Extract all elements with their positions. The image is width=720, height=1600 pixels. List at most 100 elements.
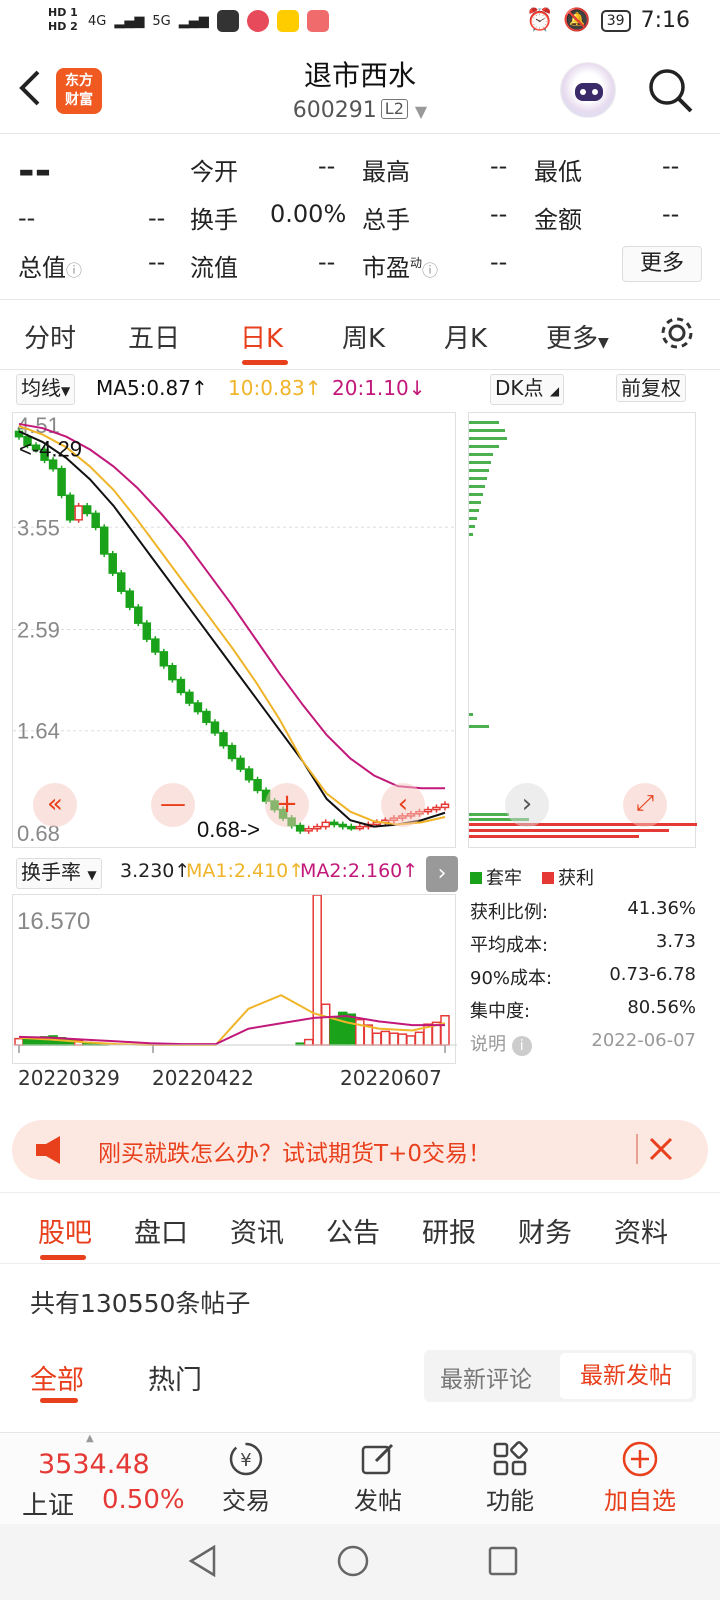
scroll-right-icon[interactable]: ‹ [381,783,425,827]
float-value: -- [318,248,336,276]
candle [295,824,305,832]
meituan-icon [276,10,299,32]
pe-value: -- [490,248,508,276]
kline-chart[interactable]: 4.51 3.55 2.59 1.64 0.68 <-4.29 0.68-> « — + ‹ [12,412,457,848]
dist-bar-trapped [469,517,477,520]
info-icon[interactable]: ⓘ [66,261,82,280]
index-value[interactable]: 3534.48 [38,1449,150,1480]
turnover-current: 3.230↑ [120,860,191,882]
volume-label: 总手 [362,206,410,234]
turnover-selector[interactable]: 换手率 ▼ [16,858,102,889]
expand-icon[interactable]: ⤢ [623,783,667,827]
tab-news[interactable]: 资讯 [230,1211,284,1250]
system-back-icon[interactable] [186,1544,220,1578]
turnover-bar [380,1030,391,1046]
active-tab-indicator [242,360,288,365]
mktcap-value: -- [148,248,166,276]
dist-bar-trapped [469,437,507,440]
system-navigation [0,1524,720,1600]
sort-latest-comment[interactable]: 最新评论 [440,1360,532,1394]
turnover-chart[interactable]: 16.570 [12,894,457,1064]
explain-link[interactable]: 说明 i [470,1030,532,1063]
tab-research[interactable]: 研报 [422,1211,476,1250]
system-home-icon[interactable] [336,1544,370,1578]
adjust-selector[interactable]: 前复权 [616,374,686,402]
high-label: 最高 [362,158,410,186]
legend-trapped: 套牢 [470,864,522,890]
dk-point-toggle[interactable]: DK点 ◢ [490,374,565,405]
info-icon[interactable]: ⓘ [422,261,438,280]
nav-add-watchlist[interactable]: 加自选 [590,1439,690,1516]
gear-icon[interactable] [658,314,696,352]
dist-bar-trapped [469,525,475,528]
turnover-bar [397,1033,408,1046]
dropdown-arrow-icon: ▼ [598,335,609,351]
current-price: -- [18,148,52,194]
ma20-label: 20:1.10↓ [332,376,426,400]
candle [423,808,433,813]
battery-icon: 39 [600,9,631,32]
tab-five-day[interactable]: 五日 [128,318,180,355]
sort-latest-post[interactable]: 最新发帖 [560,1353,692,1399]
tab-announcements[interactable]: 公告 [326,1211,380,1250]
ad-banner[interactable]: 刚买就跌怎么办？试试期货T+0交易！ [12,1120,708,1180]
candle [125,590,135,608]
index-change: 0.50% [102,1485,185,1515]
tab-profile[interactable]: 资料 [614,1211,668,1250]
legend-profit: 获利 [542,864,594,890]
stat-profit-ratio: 获利比例: 41.36% [470,898,696,923]
nav-trade[interactable]: ¥ 交易 [196,1439,296,1516]
amount-label: 金额 [534,206,582,234]
filter-all[interactable]: 全部 [30,1358,84,1397]
stat-footer: 说明 i 2022-06-07 [470,1030,696,1063]
candle [193,702,203,713]
stat-cost90: 90%成本: 0.73-6.78 [470,964,696,989]
dist-bar-trapped [469,445,499,448]
turnover-bar [303,1038,314,1046]
chip-distribution[interactable]: › ⤢ [468,412,697,848]
scroll-left-icon[interactable]: « [33,783,77,827]
candle [99,526,109,555]
zoom-out-icon[interactable]: — [151,783,195,827]
dist-bar-trapped [469,485,485,488]
tab-monthly-k[interactable]: 月K [444,318,487,355]
candle [355,825,365,830]
tab-daily-k[interactable]: 日K [240,318,283,355]
nav-post[interactable]: 发帖 [328,1439,428,1516]
high-annotation: <-4.29 [19,436,82,461]
candle [176,678,186,694]
candle [227,744,237,760]
candle [82,505,92,515]
system-recents-icon[interactable] [486,1544,520,1578]
assistant-robot-icon[interactable] [560,62,616,118]
close-icon[interactable] [648,1136,674,1162]
expand-up-icon[interactable]: ▲ [86,1433,94,1444]
period-tabs: 分时 五日 日K 周K 月K 更多▼ [0,300,720,370]
tab-finance[interactable]: 财务 [518,1211,572,1250]
tab-intraday[interactable]: 分时 [24,318,76,355]
next-day-icon[interactable]: › [505,783,549,827]
tab-guba[interactable]: 股吧 [38,1211,92,1250]
dist-bar-trapped [469,501,481,504]
search-icon[interactable] [646,66,694,114]
tab-orderbook[interactable]: 盘口 [134,1211,188,1250]
nav-functions[interactable]: 功能 [460,1439,560,1516]
more-button[interactable]: 更多 [622,246,702,282]
candle [347,825,356,830]
megaphone-icon [36,1136,60,1164]
candle [116,572,126,592]
tab-more[interactable]: 更多▼ [546,318,609,355]
dist-bar-trapped [469,453,493,456]
filter-hot[interactable]: 热门 [148,1358,202,1397]
amount-value: -- [662,200,680,228]
alarm-icon: ⏰ [525,8,554,33]
app-notification-icon [216,10,239,32]
zoom-in-icon[interactable]: + [265,783,309,827]
tab-weekly-k[interactable]: 周K [342,318,385,355]
grid-icon [493,1441,528,1476]
collapse-toggle-icon[interactable]: › [426,856,458,892]
turnover-max-label: 16.570 [17,908,90,935]
ma5-label: MA5:0.87↑ [96,376,208,400]
banner-text[interactable]: 刚买就跌怎么办？试试期货T+0交易！ [98,1134,491,1168]
indicator-selector[interactable]: 均线▼ [16,374,76,405]
